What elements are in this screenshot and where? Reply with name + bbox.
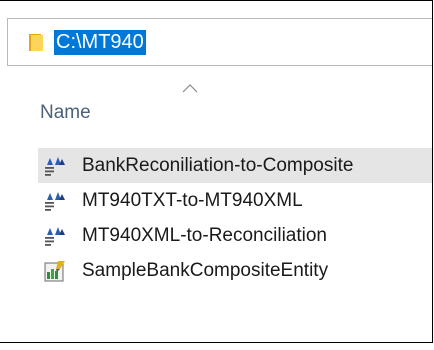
file-row-samplebankcompositeentity[interactable]: SampleBankCompositeEntity (38, 253, 432, 288)
column-header-name[interactable]: Name (40, 102, 91, 124)
address-path[interactable]: C:\MT940 (54, 30, 146, 55)
file-name: BankReconiliation-to-Composite (82, 155, 354, 176)
transform-icon (45, 227, 65, 246)
address-bar[interactable]: C:\MT940 (7, 18, 432, 66)
file-name: SampleBankCompositeEntity (82, 260, 329, 281)
transform-icon (45, 157, 65, 176)
transform-icon (45, 192, 65, 211)
file-name: MT940XML-to-Reconciliation (82, 225, 327, 246)
file-row-bankreconiliation-to-composite[interactable]: BankReconiliation-to-Composite (38, 148, 432, 183)
file-name: MT940TXT-to-MT940XML (82, 190, 303, 211)
folder-icon (29, 34, 43, 51)
file-row-mt940xml-to-reconciliation[interactable]: MT940XML-to-Reconciliation (38, 218, 432, 253)
file-explorer-window: C:\MT940 Name BankReconiliation-to-Compo… (0, 0, 433, 343)
sort-ascending-icon[interactable] (182, 83, 198, 93)
file-list-pane: Name BankReconiliation-to-Composite MT94… (0, 65, 432, 342)
entity-document-icon (44, 261, 65, 282)
file-row-mt940txt-to-mt940xml[interactable]: MT940TXT-to-MT940XML (38, 183, 432, 218)
